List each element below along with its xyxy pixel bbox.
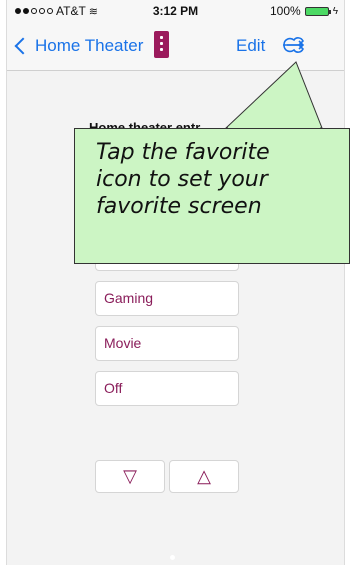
back-button[interactable]: Home Theater	[13, 36, 143, 56]
tooltip-line-3: favorite screen	[96, 194, 262, 219]
tooltip-line-2: icon to set your	[96, 167, 268, 192]
battery-icon	[304, 6, 331, 16]
status-right: 100% ϟ	[270, 4, 338, 18]
activity-button-gaming[interactable]: Gaming	[95, 281, 239, 316]
volume-down-button[interactable]: ▽	[95, 460, 165, 493]
activity-button-off[interactable]: Off	[95, 371, 239, 406]
back-label: Home Theater	[35, 36, 144, 55]
phone-screen: AT&T ≋ 3:12 PM 100% ϟ Home Theater Edit …	[6, 0, 345, 565]
volume-up-button[interactable]: △	[169, 460, 239, 493]
chevron-left-icon	[14, 37, 32, 55]
favorite-icon[interactable]	[281, 35, 307, 55]
page-indicator	[170, 555, 175, 560]
nav-bar: Home Theater Edit	[7, 22, 344, 71]
tooltip-callout: Tap the favorite icon to set your favori…	[74, 128, 350, 264]
battery-percent: 100%	[270, 4, 301, 18]
edit-button[interactable]: Edit	[236, 36, 265, 56]
status-bar: AT&T ≋ 3:12 PM 100% ϟ	[7, 0, 344, 22]
activity-button-movie[interactable]: Movie	[95, 326, 239, 361]
charging-icon: ϟ	[332, 5, 338, 17]
remote-icon[interactable]	[154, 31, 169, 58]
tooltip-line-1: Tap the favorite	[96, 140, 270, 165]
